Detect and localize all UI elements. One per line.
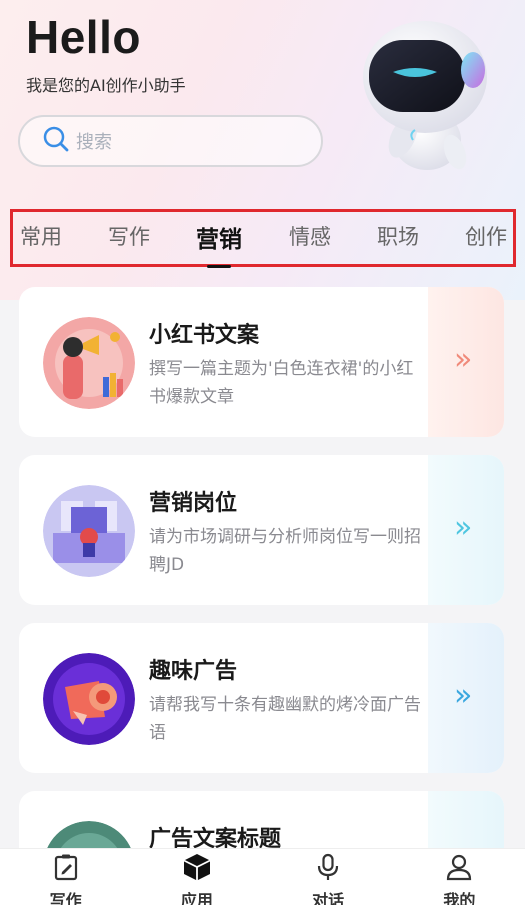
app-card-fun-ads[interactable]: 趣味广告 请帮我写十条有趣幽默的烤冷面广告语 »: [19, 623, 504, 773]
robot-mascot-icon: [363, 21, 487, 170]
card-arrow-zone[interactable]: »: [428, 287, 504, 437]
nav-label: 应用: [180, 891, 213, 905]
double-chevron-right-icon: »: [454, 342, 473, 377]
card-description: 请为市场调研与分析师岗位写一则招聘JD: [149, 527, 421, 575]
card-arrow-zone[interactable]: »: [428, 623, 504, 773]
nav-item-write[interactable]: 写作: [0, 849, 131, 905]
search-icon: [42, 125, 70, 157]
nav-label: 对话: [312, 891, 345, 905]
greeting-subtitle: 我是您的AI创作小助手: [26, 76, 186, 95]
nav-item-mine[interactable]: 我的: [394, 849, 525, 905]
nav-item-chat[interactable]: 对话: [263, 849, 394, 905]
xiaohongshu-thumbnail-icon: [43, 317, 135, 409]
marketing-position-thumbnail-icon: [43, 485, 135, 577]
card-title: 趣味广告: [149, 659, 238, 684]
user-icon: [444, 852, 474, 886]
card-description: 请帮我写十条有趣幽默的烤冷面广告语: [149, 695, 421, 743]
cube-icon: [182, 852, 212, 886]
double-chevron-right-icon: »: [454, 678, 473, 713]
tab-changyong[interactable]: 常用: [20, 221, 62, 251]
tab-chuangzuo[interactable]: 创作: [465, 221, 507, 251]
nav-item-apps[interactable]: 应用: [131, 849, 262, 905]
bottom-navigation: 写作 应用 对话 我的: [0, 848, 525, 905]
category-tabs: 常用 写作 营销 情感 职场 创作: [10, 209, 516, 267]
card-arrow-zone[interactable]: »: [428, 455, 504, 605]
active-tab-indicator: [207, 265, 231, 268]
card-description: 撰写一篇主题为'白色连衣裙'的小红书爆款文章: [149, 359, 414, 407]
search-input[interactable]: 搜索: [18, 115, 323, 167]
microphone-icon: [313, 852, 343, 886]
card-title: 小红书文案: [149, 323, 260, 348]
nav-label: 我的: [443, 891, 476, 905]
tab-zhichang[interactable]: 职场: [377, 221, 419, 251]
tab-xiezuo[interactable]: 写作: [108, 221, 150, 251]
fun-ads-thumbnail-icon: [43, 653, 135, 745]
greeting-title: Hello: [26, 11, 141, 63]
double-chevron-right-icon: »: [454, 510, 473, 545]
tab-qinggan[interactable]: 情感: [289, 221, 331, 251]
card-title: 营销岗位: [149, 491, 238, 516]
search-placeholder: 搜索: [76, 132, 112, 153]
app-card-xiaohongshu[interactable]: 小红书文案 撰写一篇主题为'白色连衣裙'的小红书爆款文章 »: [19, 287, 504, 437]
edit-icon: [51, 852, 81, 886]
tab-yingxiao[interactable]: 营销: [196, 220, 242, 254]
app-card-marketing-position[interactable]: 营销岗位 请为市场调研与分析师岗位写一则招聘JD »: [19, 455, 504, 605]
nav-label: 写作: [49, 891, 82, 905]
